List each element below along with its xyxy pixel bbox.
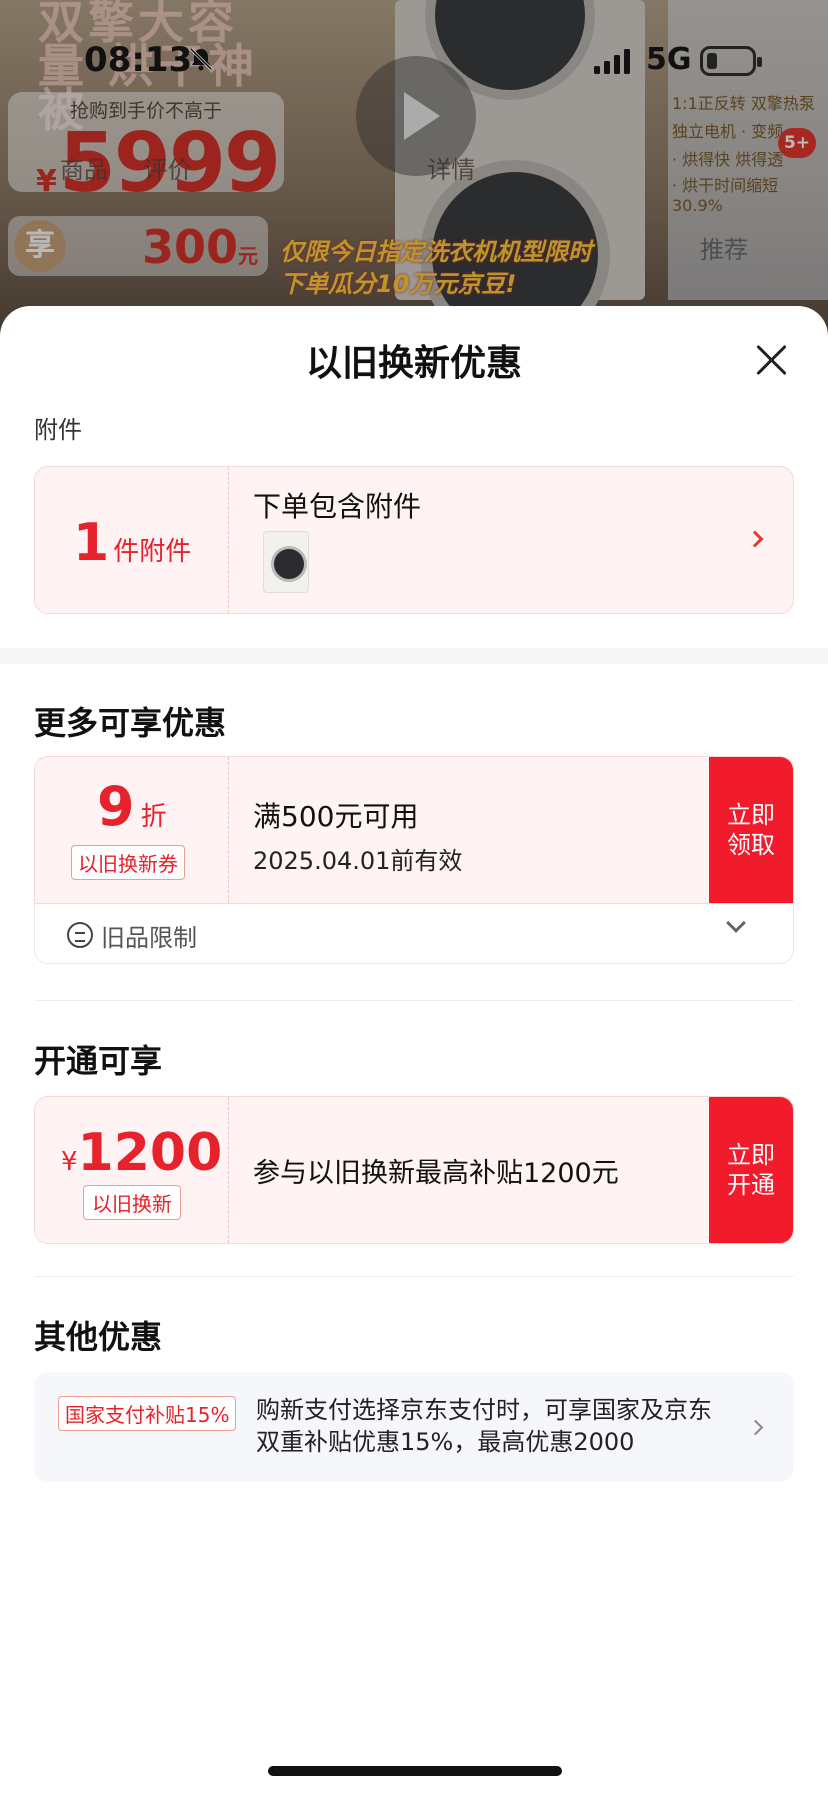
claim-coupon-button[interactable]: 立即 领取: [709, 757, 793, 903]
section-divider: [34, 1276, 794, 1277]
coupon-value: 9折: [97, 775, 167, 838]
activate-label-line1: 立即: [727, 1141, 775, 1169]
limit-icon: [67, 922, 93, 948]
accessory-title: 下单包含附件: [253, 490, 422, 523]
activate-label-line2: 开通: [727, 1171, 775, 1199]
activate-button[interactable]: 立即 开通: [709, 1097, 793, 1243]
trade-in-limit-row[interactable]: 旧品限制: [34, 904, 794, 964]
coupon-discount-unit: 折: [140, 802, 167, 832]
accessory-count-panel: 1 件附件: [35, 467, 229, 613]
trade-in-offers-sheet: 以旧换新优惠 附件 1 件附件 下单包含附件 更多可享优惠 9折 以旧换新券 满5…: [0, 306, 828, 1796]
limit-text: 旧品限制: [101, 924, 197, 952]
accessory-count: 1 件附件: [73, 513, 191, 573]
coupon-value-panel: 9折 以旧换新券: [35, 757, 229, 903]
coupon-tag: 以旧换新券: [71, 845, 185, 880]
sheet-title: 以旧换新优惠: [305, 343, 522, 384]
silent-bell-icon: [189, 47, 213, 71]
accessory-count-number: 1: [73, 513, 110, 573]
subsidy-tag: 以旧换新: [83, 1185, 181, 1220]
claim-label-line2: 领取: [727, 831, 775, 859]
chevron-down-icon[interactable]: [726, 913, 746, 933]
claim-label-line1: 立即: [727, 801, 775, 829]
home-indicator[interactable]: [268, 1766, 562, 1776]
clock: 08:13: [84, 40, 193, 80]
more-offers-title: 更多可享优惠: [34, 704, 227, 742]
status-bar: 08:13 5G: [0, 0, 828, 120]
section-divider: [0, 648, 828, 664]
subsidy-activate-card: ¥1200 以旧换新 参与以旧换新最高补贴1200元 立即 开通: [34, 1096, 794, 1244]
subsidy-max-amount: ¥1200: [61, 1123, 222, 1183]
subsidy-currency: ¥: [61, 1147, 78, 1177]
coupon-expiry: 2025.04.01前有效: [253, 847, 463, 875]
close-icon[interactable]: [752, 340, 792, 380]
subsidy-amount-number: 1200: [77, 1123, 223, 1183]
accessory-count-unit: 件附件: [113, 537, 192, 567]
chevron-right-icon: [746, 530, 764, 548]
chevron-right-icon: [747, 1419, 764, 1436]
national-subsidy-card[interactable]: 国家支付补贴15% 购新支付选择京东支付时，可享国家及京东双重补贴优惠15%，最…: [34, 1372, 794, 1482]
cellular-signal-icon: [594, 49, 630, 74]
subsidy-value-panel: ¥1200 以旧换新: [35, 1097, 229, 1243]
coupon-condition: 满500元可用: [253, 800, 419, 833]
other-offers-title: 其他优惠: [34, 1318, 163, 1356]
battery-icon: [700, 46, 762, 76]
subsidy-description: 参与以旧换新最高补贴1200元: [253, 1158, 619, 1189]
section-divider: [34, 1000, 794, 1001]
activate-section-title: 开通可享: [34, 1042, 163, 1080]
accessory-card[interactable]: 1 件附件 下单包含附件: [34, 466, 794, 614]
coupon-discount: 9: [97, 775, 135, 838]
network-type: 5G: [646, 42, 692, 77]
accessory-thumbnail: [263, 531, 309, 593]
national-subsidy-description: 购新支付选择京东支付时，可享国家及京东双重补贴优惠15%，最高优惠2000: [256, 1396, 712, 1456]
national-subsidy-tag: 国家支付补贴15%: [58, 1396, 237, 1431]
accessory-section-label: 附件: [34, 416, 82, 444]
coupon-card: 9折 以旧换新券 满500元可用 2025.04.01前有效 立即 领取: [34, 756, 794, 904]
